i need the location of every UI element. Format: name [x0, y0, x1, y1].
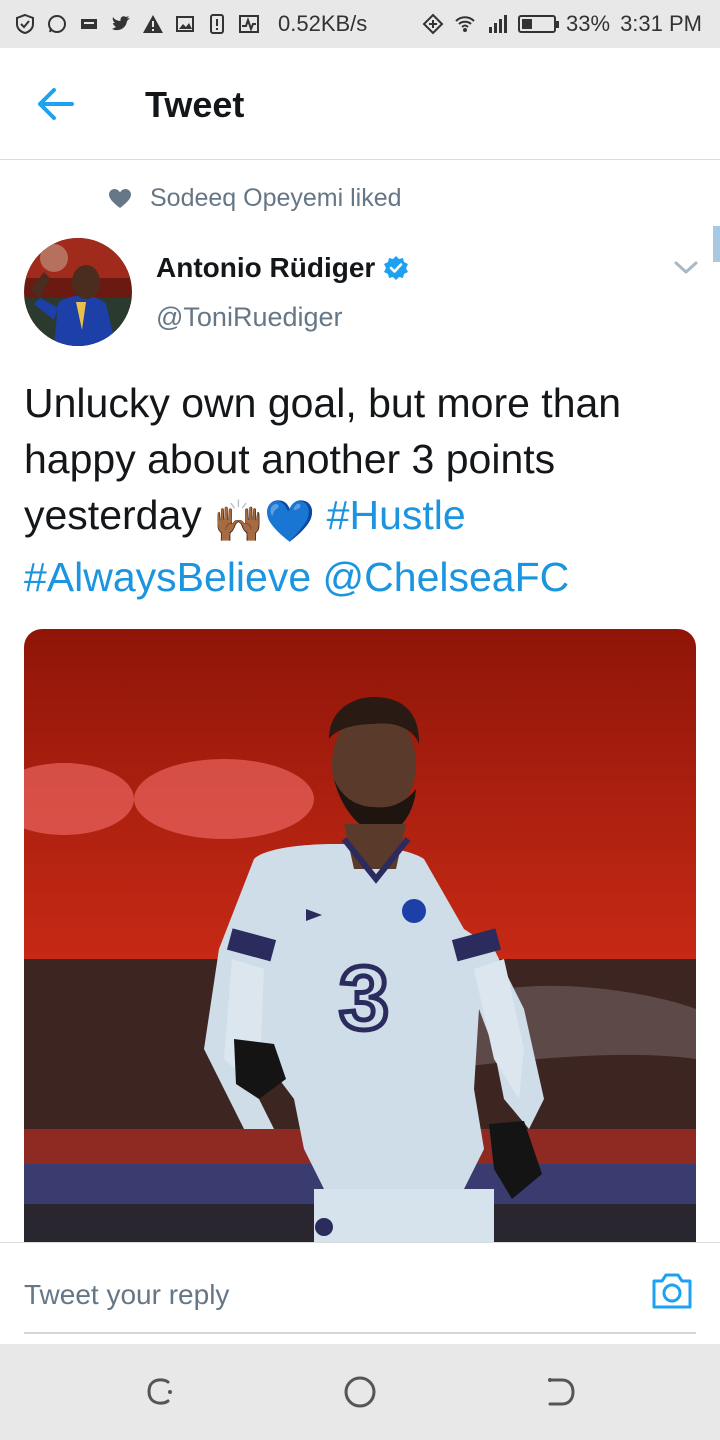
verified-badge-icon	[384, 256, 409, 280]
warning-icon	[143, 15, 163, 33]
image-icon	[176, 16, 194, 32]
shield-icon	[16, 13, 34, 35]
camera-icon[interactable]	[650, 1271, 694, 1311]
app-header: Tweet	[0, 48, 720, 160]
emoji: 🙌🏾💙	[213, 498, 316, 544]
page-title: Tweet	[145, 84, 245, 125]
mention-chelseafc[interactable]: @ChelseaFC	[323, 554, 570, 600]
reply-bar	[0, 1242, 720, 1345]
social-context-text: Sodeeq Opeyemi liked	[150, 184, 402, 212]
battery-percent: 33%	[566, 11, 611, 36]
network-speed: 0.52KB/s	[278, 11, 368, 36]
clock: 3:31 PM	[620, 11, 702, 36]
arrow-left-icon[interactable]	[34, 84, 78, 124]
jersey-number: 3	[339, 949, 389, 1049]
signal-icon	[489, 15, 508, 33]
author-handle[interactable]: @ToniRuediger	[156, 302, 343, 333]
data-saver-icon	[422, 13, 444, 35]
back-icon[interactable]	[542, 1374, 578, 1410]
tweet-text: Unlucky own goal, but more than happy ab…	[24, 375, 696, 605]
home-icon[interactable]	[342, 1374, 378, 1410]
scroll-indicator	[713, 226, 720, 262]
twitter-icon	[112, 16, 130, 31]
tweet-image[interactable]: 3	[24, 629, 696, 1269]
recents-icon[interactable]	[142, 1374, 178, 1410]
status-bar: 0.52KB/s 33% 3:31 PM	[0, 0, 720, 48]
hashtag-hustle[interactable]: #Hustle	[327, 492, 466, 538]
author-name[interactable]: Antonio Rüdiger	[156, 252, 409, 284]
chevron-down-icon[interactable]	[672, 256, 700, 278]
pulse-icon	[239, 15, 259, 33]
hashtag-alwaysbelieve[interactable]: #AlwaysBelieve	[24, 554, 311, 600]
battery-icon	[518, 15, 560, 33]
message-icon	[81, 19, 97, 29]
reply-underline	[24, 1332, 696, 1334]
whatsapp-icon	[48, 15, 66, 33]
alert-icon	[210, 14, 224, 34]
tweet-body: Unlucky own goal, but more than happy ab…	[24, 380, 622, 538]
social-context[interactable]: Sodeeq Opeyemi liked	[108, 184, 402, 213]
system-nav-bar	[0, 1344, 720, 1440]
reply-input[interactable]	[24, 1273, 624, 1317]
author-name-text: Antonio Rüdiger	[156, 252, 376, 283]
wifi-icon	[455, 16, 475, 32]
heart-icon	[109, 188, 131, 208]
avatar[interactable]	[24, 238, 132, 346]
